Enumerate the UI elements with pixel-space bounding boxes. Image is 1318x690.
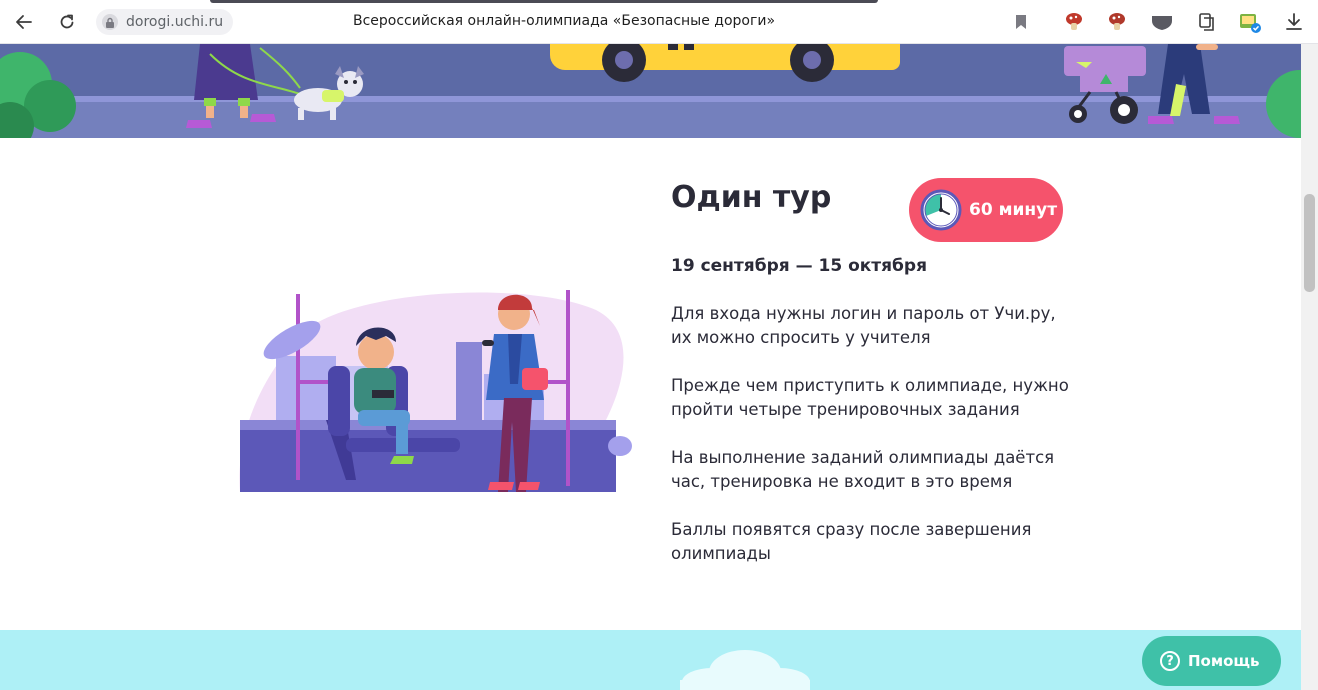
back-arrow-icon bbox=[16, 15, 32, 29]
download-icon bbox=[1286, 13, 1302, 30]
url-text: dorogi.uchi.ru bbox=[126, 14, 224, 30]
profile-picture-icon bbox=[1240, 14, 1261, 33]
bus-passengers-illustration bbox=[239, 290, 632, 492]
info-paragraph-login: Для входа нужны логин и пароль от Учи.ру… bbox=[671, 304, 1056, 347]
help-button-label: Помощь bbox=[1188, 652, 1260, 670]
bush-left-illustration bbox=[0, 52, 76, 138]
bush-right-illustration bbox=[1266, 70, 1301, 138]
browser-toolbar: dorogi.uchi.ru Всероссийская онлайн-олим… bbox=[0, 0, 1318, 44]
shield-icon bbox=[1152, 16, 1172, 30]
download-button[interactable] bbox=[1282, 10, 1306, 34]
page-title: Всероссийская онлайн-олимпиада «Безопасн… bbox=[352, 13, 776, 29]
section-title: Один тур bbox=[671, 180, 832, 215]
stopwatch-icon bbox=[920, 189, 962, 231]
extension-profile[interactable] bbox=[1238, 10, 1262, 34]
duration-badge: 60 минут bbox=[909, 178, 1063, 242]
sky-section bbox=[0, 630, 1301, 690]
extension-shield[interactable] bbox=[1150, 10, 1174, 34]
bookmark-button[interactable] bbox=[1009, 10, 1033, 34]
reload-button[interactable] bbox=[54, 9, 80, 35]
question-icon: ? bbox=[1160, 651, 1180, 671]
lock-icon bbox=[102, 14, 118, 30]
back-button[interactable] bbox=[11, 9, 37, 35]
mushroom-icon bbox=[1109, 13, 1125, 30]
olympiad-dates: 19 сентября — 15 октября bbox=[671, 256, 928, 276]
address-bar[interactable]: dorogi.uchi.ru bbox=[96, 9, 234, 35]
person-walking-illustration bbox=[1148, 44, 1240, 124]
bookmark-icon bbox=[1016, 15, 1026, 29]
extension-mushroom-1[interactable] bbox=[1062, 10, 1086, 34]
info-paragraph-time: На выполнение заданий олимпиады даётся ч… bbox=[671, 448, 1055, 491]
help-button[interactable]: ? Помощь bbox=[1142, 636, 1281, 686]
extension-mushroom-2[interactable] bbox=[1105, 10, 1129, 34]
info-paragraph-results: Баллы появятся сразу после завершения ол… bbox=[671, 520, 1032, 563]
active-tab-indicator bbox=[210, 0, 878, 3]
stroller-illustration bbox=[1064, 46, 1146, 124]
collections-icon bbox=[1199, 13, 1214, 31]
woman-walking-dog-illustration bbox=[186, 44, 364, 128]
duration-text: 60 минут bbox=[969, 200, 1058, 220]
vertical-scrollbar[interactable] bbox=[1301, 44, 1318, 690]
info-paragraph-training: Прежде чем приступить к олимпиаде, нужно… bbox=[671, 376, 1069, 419]
mushroom-icon bbox=[1066, 13, 1082, 30]
cloud-illustration bbox=[680, 650, 810, 690]
extension-collections[interactable] bbox=[1195, 10, 1219, 34]
scrollbar-thumb[interactable] bbox=[1304, 194, 1315, 292]
page-viewport: Один тур 60 минут 19 сентября — 15 октяб… bbox=[0, 44, 1301, 690]
yellow-car-illustration bbox=[550, 44, 900, 82]
hero-street-illustration bbox=[0, 44, 1301, 138]
reload-icon bbox=[60, 14, 74, 29]
